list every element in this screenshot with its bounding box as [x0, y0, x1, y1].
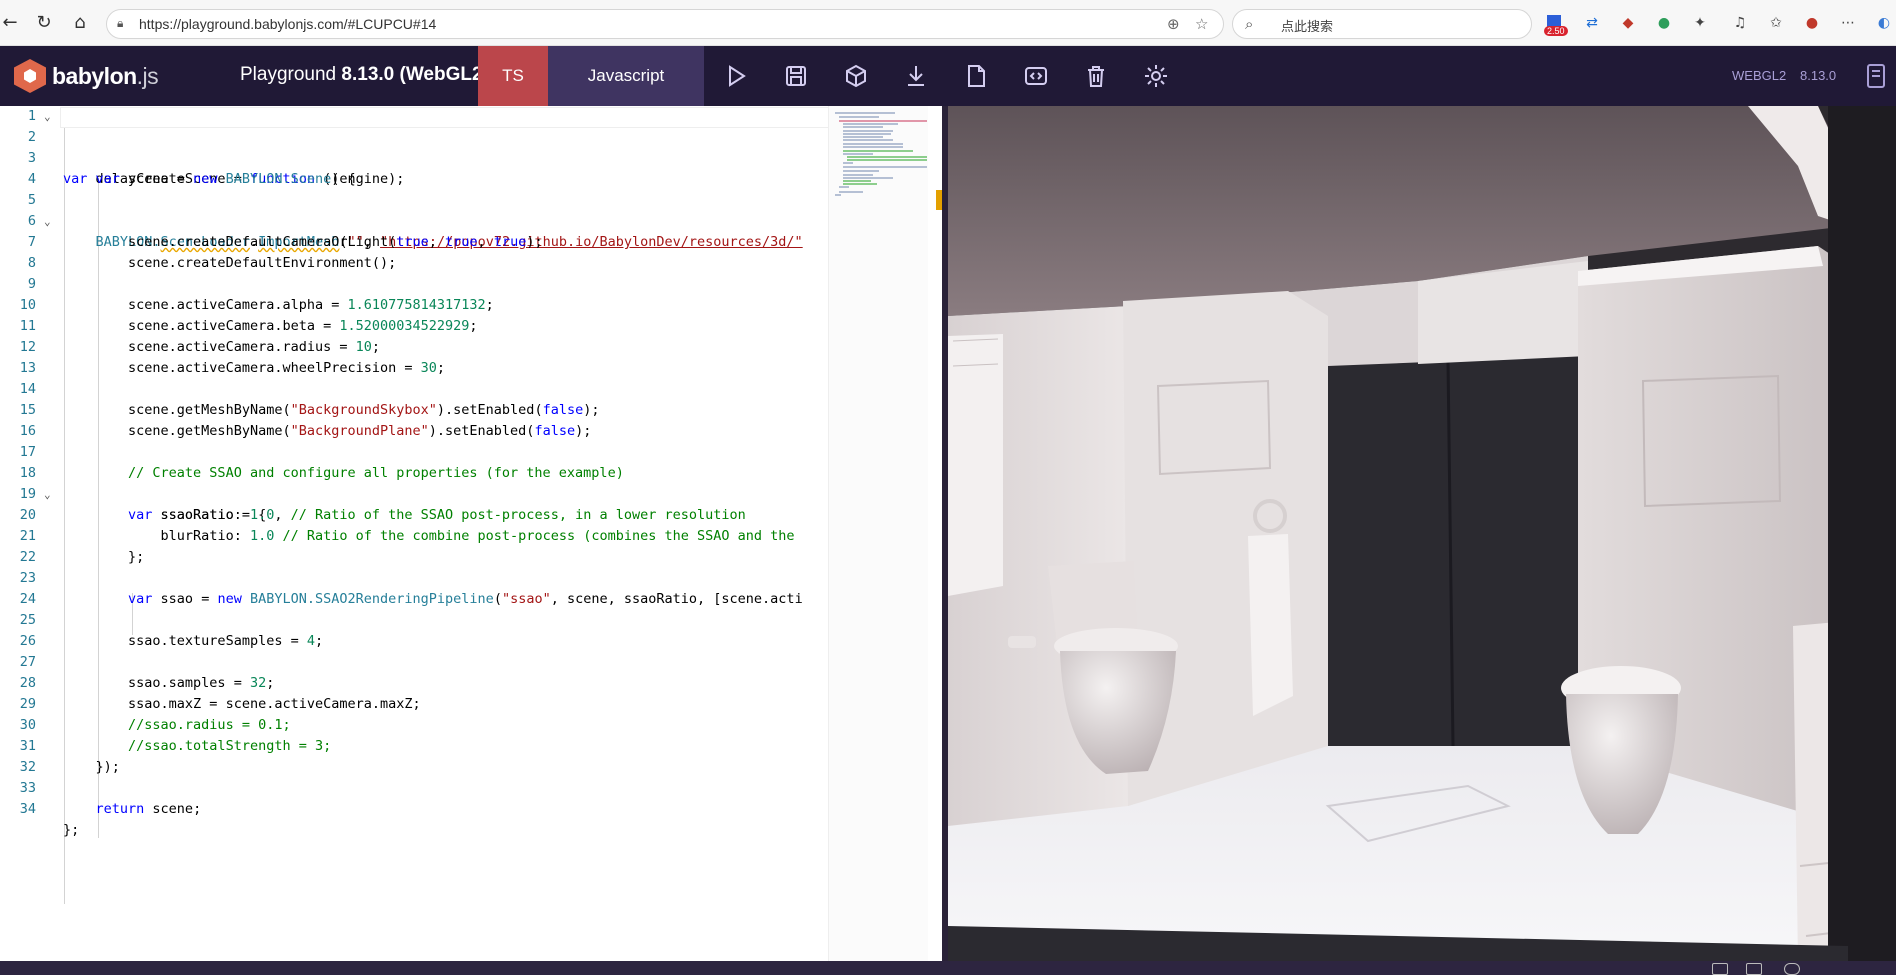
favorites-icon[interactable]: ✩: [1766, 13, 1786, 33]
code-line-21[interactable]: };: [0, 526, 830, 565]
code-line-14[interactable]: scene.getMeshByName("BackgroundSkybox").…: [0, 379, 830, 418]
engine-label[interactable]: WEBGL2: [1732, 68, 1786, 83]
back-icon[interactable]: ←: [0, 11, 22, 35]
address-bar[interactable]: 🔒︎ https://playground.babylonjs.com/#LCU…: [106, 9, 1224, 39]
play-icon: [729, 65, 746, 87]
title-prefix: Playground: [240, 64, 342, 85]
bathroom-scene: [948, 106, 1896, 961]
search-icon: ⌕: [1245, 15, 1254, 33]
format-code-button[interactable]: [1022, 62, 1050, 90]
more-menu-icon[interactable]: ⋯: [1838, 13, 1858, 33]
code-line-3[interactable]: var scene = new BABYLON.Scene(engine);: [0, 148, 830, 187]
save-button[interactable]: [782, 62, 810, 90]
editor-only-icon[interactable]: [1746, 963, 1762, 975]
tab-typescript[interactable]: TS: [478, 46, 548, 106]
editor-scrollbar[interactable]: [930, 106, 942, 961]
code-line-1[interactable]: ⌄ var delayCreateScene = function () {: [0, 106, 830, 187]
gear-icon: [1145, 65, 1167, 87]
inspector-button[interactable]: [842, 62, 870, 90]
browser-toolbar: ← ↻ ⌂ 🔒︎ https://playground.babylonjs.co…: [0, 0, 1896, 46]
zoom-icon[interactable]: ⊕: [1167, 15, 1180, 33]
shield-extension-icon[interactable]: ◆: [1618, 13, 1638, 33]
search-placeholder: 点此搜索: [1281, 20, 1334, 35]
media-icon[interactable]: ♫: [1730, 13, 1750, 33]
version-label[interactable]: 8.13.0: [1800, 68, 1836, 83]
code-line-7[interactable]: scene.createDefaultEnvironment();: [0, 232, 830, 271]
playground-title: Playground 8.13.0 (WebGL2): [240, 64, 489, 86]
code-line-15[interactable]: scene.getMeshByName("BackgroundPlane").s…: [0, 400, 830, 439]
title-version: 8.13.0 (WebGL2): [341, 64, 489, 85]
examples-button[interactable]: [1864, 62, 1888, 90]
clear-button[interactable]: [1082, 62, 1110, 90]
download-button[interactable]: [902, 62, 930, 90]
code-line-9[interactable]: scene.activeCamera.alpha = 1.61077581431…: [0, 274, 830, 313]
settings-button[interactable]: [1142, 62, 1170, 90]
logo-suffix-text: .js: [136, 62, 159, 89]
puzzle-extensions-icon[interactable]: ✦: [1690, 13, 1710, 33]
translate-extension-icon[interactable]: ⇄: [1582, 13, 1602, 33]
search-box[interactable]: ⌕ 点此搜索: [1232, 9, 1532, 39]
code-line-6[interactable]: scene.createDefaultCameraOrLight(true, t…: [0, 211, 830, 250]
code-line-17[interactable]: // Create SSAO and configure all propert…: [0, 442, 830, 481]
status-bar: [0, 961, 1896, 975]
run-button[interactable]: [722, 62, 750, 90]
logo-main-text: babylon: [52, 62, 137, 89]
document-panel-icon: [1867, 64, 1885, 88]
fold-chevron-icon[interactable]: ⌄: [44, 106, 58, 127]
favorite-star-icon[interactable]: ☆: [1195, 15, 1208, 33]
reload-icon[interactable]: ↻: [32, 11, 56, 35]
url-text[interactable]: https://playground.babylonjs.com/#LCUPCU…: [139, 16, 436, 32]
code-line-30[interactable]: //ssao.totalStrength = 3;: [0, 715, 830, 754]
extension-badge: 2.50: [1544, 26, 1568, 36]
site-info-icon[interactable]: 🔒︎: [117, 16, 131, 32]
new-button[interactable]: [962, 62, 990, 90]
current-line-highlight: [60, 107, 830, 128]
code-line-18[interactable]: ⌄ var ssaoRatio = {: [0, 463, 830, 523]
tab-javascript[interactable]: Javascript: [548, 46, 704, 106]
code-line-27[interactable]: ssao.samples = 32;: [0, 652, 830, 691]
code-brackets-icon: [1025, 67, 1047, 85]
inspector-icon[interactable]: [1784, 963, 1800, 975]
code-line-12[interactable]: scene.activeCamera.wheelPrecision = 30;: [0, 337, 830, 376]
save-icon: [786, 66, 806, 86]
code-line-34[interactable]: };: [0, 799, 830, 838]
inspector-cube-icon: [846, 64, 866, 88]
render-canvas[interactable]: [948, 106, 1896, 961]
copilot-icon[interactable]: ◐: [1874, 13, 1894, 33]
code-line-11[interactable]: scene.activeCamera.radius = 10;: [0, 316, 830, 355]
code-line-10[interactable]: scene.activeCamera.beta = 1.520000345229…: [0, 295, 830, 334]
fullscreen-icon[interactable]: [1712, 963, 1728, 975]
color-extension-icon[interactable]: ●: [1654, 13, 1674, 33]
code-line-23[interactable]: var ssao = new BABYLON.SSAO2RenderingPip…: [0, 568, 830, 607]
code-line-25[interactable]: ssao.textureSamples = 4;: [0, 610, 830, 649]
code-line-31[interactable]: });: [0, 736, 830, 775]
code-line-19[interactable]: ssaoRatio: 1.0, // Ratio of the SSAO pos…: [0, 484, 830, 523]
babylon-logo[interactable]: babylon.js: [14, 56, 159, 96]
new-file-icon: [968, 65, 985, 87]
code-line-28[interactable]: ssao.maxZ = scene.activeCamera.maxZ;: [0, 673, 830, 712]
babylon-logo-icon: [14, 59, 46, 93]
trash-icon: [1088, 66, 1104, 87]
download-icon: [908, 66, 924, 86]
code-line-33[interactable]: return scene;: [0, 778, 830, 817]
profile-avatar-icon[interactable]: ●: [1802, 13, 1822, 33]
home-icon[interactable]: ⌂: [68, 11, 92, 35]
code-line-29[interactable]: //ssao.radius = 0.1;: [0, 694, 830, 733]
code-editor[interactable]: 1 2 3 4 5 6 7 8 9 10 11 12 13 14 15 16 17 18 19 20 21 22 23 24 2…: [0, 106, 942, 961]
code-line-5[interactable]: ⌄ BABYLON.SceneLoader.ImportMesh("", "ht…: [0, 190, 830, 250]
playground-toolbar: babylon.js Playground 8.13.0 (WebGL2) TS…: [0, 46, 1896, 106]
code-line-20[interactable]: blurRatio: 1.0 // Ratio of the combine p…: [0, 505, 830, 544]
code-minimap[interactable]: [828, 106, 928, 961]
